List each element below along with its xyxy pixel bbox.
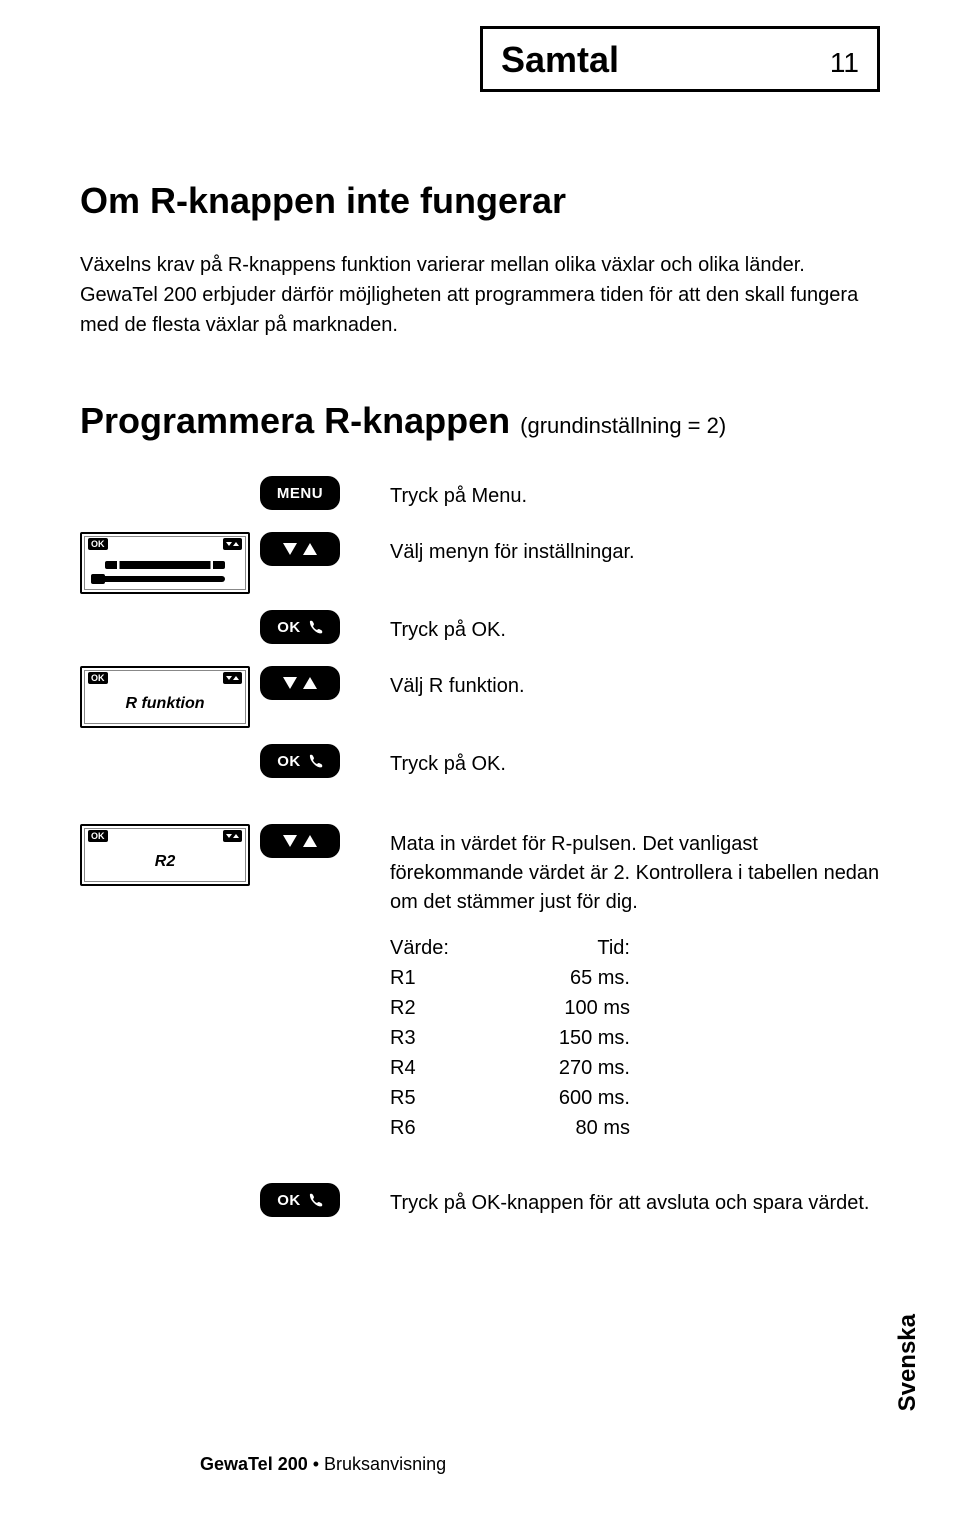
lcd-ok-corner: OK xyxy=(88,538,108,550)
lcd-ok-corner: OK xyxy=(88,672,108,684)
table-header: Värde: Tid: xyxy=(390,933,880,963)
wrench-icon xyxy=(105,561,225,569)
language-tab: Svenska xyxy=(894,1314,922,1411)
step-text: Tryck på OK-knappen för att avsluta och … xyxy=(380,1183,880,1218)
menu-button-label: MENU xyxy=(277,485,323,502)
step-row: OK Välj menyn för inställningar. xyxy=(80,532,880,594)
triangle-down-icon xyxy=(283,543,297,555)
lcd-text-rfunktion: R funktion xyxy=(125,695,204,713)
phone-icon xyxy=(307,1192,323,1208)
step-row: OK Tryck på OK-knappen för att avsluta o… xyxy=(80,1183,880,1223)
table-header-time: Tid: xyxy=(490,933,630,963)
step-row: OK R2 Mata in värdet för R-pulsen. Det v… xyxy=(80,824,880,917)
ok-button[interactable]: OK xyxy=(260,610,340,644)
lcd-text-r2: R2 xyxy=(155,853,175,871)
phone-icon xyxy=(307,619,323,635)
lcd-arrows-corner xyxy=(223,538,242,550)
triangle-up-icon xyxy=(303,835,317,847)
arrow-down-up-button[interactable] xyxy=(260,532,340,566)
step-row: OK Tryck på OK. xyxy=(80,744,880,784)
step-text: Mata in värdet för R-pulsen. Det vanliga… xyxy=(380,824,880,917)
ok-button-label: OK xyxy=(277,753,301,770)
arrow-down-up-button[interactable] xyxy=(260,666,340,700)
footer-sep: • xyxy=(308,1454,324,1474)
step-text: Tryck på OK. xyxy=(380,610,880,645)
value-time-table: Värde: Tid: R165 ms. R2100 ms R3150 ms. … xyxy=(390,933,880,1143)
table-row: R3150 ms. xyxy=(390,1023,880,1053)
settings-icon xyxy=(88,550,242,590)
step-text: Tryck på OK. xyxy=(380,744,880,779)
footer-product: GewaTel 200 xyxy=(200,1454,308,1474)
step-text: Välj R funktion. xyxy=(380,666,880,701)
section1-body: Växelns krav på R-knappens funktion vari… xyxy=(80,250,880,340)
header-page-number: 11 xyxy=(830,47,859,79)
table-row: R2100 ms xyxy=(390,993,880,1023)
triangle-up-icon xyxy=(303,543,317,555)
lcd-settings-screen: OK xyxy=(80,532,250,594)
footer: GewaTel 200 • Bruksanvisning xyxy=(200,1454,446,1475)
lcd-ok-corner: OK xyxy=(88,830,108,842)
ok-button-label: OK xyxy=(277,619,301,636)
table-row: R680 ms xyxy=(390,1113,880,1143)
ok-button-label: OK xyxy=(277,1192,301,1209)
lcd-r2-screen: OK R2 xyxy=(80,824,250,886)
step-text: Tryck på Menu. xyxy=(380,476,880,511)
table-row: R5600 ms. xyxy=(390,1083,880,1113)
section2-title-suffix: (grundinställning = 2) xyxy=(520,413,726,438)
footer-doc: Bruksanvisning xyxy=(324,1454,446,1474)
lcd-arrows-corner xyxy=(223,672,242,684)
table-row: R4270 ms. xyxy=(390,1053,880,1083)
triangle-up-icon xyxy=(303,677,317,689)
step-row: OK R funktion Välj R funktion. xyxy=(80,666,880,728)
section2-title-main: Programmera R-knappen xyxy=(80,400,510,441)
lcd-arrows-corner xyxy=(223,830,242,842)
menu-button[interactable]: MENU xyxy=(260,476,340,510)
table-header-value: Värde: xyxy=(390,933,490,963)
section1-title: Om R-knappen inte fungerar xyxy=(80,180,880,222)
phone-icon xyxy=(307,753,323,769)
step-row: MENU Tryck på Menu. xyxy=(80,476,880,516)
header-box: Samtal 11 xyxy=(480,26,880,92)
ok-button[interactable]: OK xyxy=(260,1183,340,1217)
steps-list: MENU Tryck på Menu. OK xyxy=(80,476,880,917)
screwdriver-icon xyxy=(105,576,225,582)
section2-title: Programmera R-knappen (grundinställning … xyxy=(80,400,880,442)
triangle-down-icon xyxy=(283,835,297,847)
lcd-rfunktion-screen: OK R funktion xyxy=(80,666,250,728)
ok-button[interactable]: OK xyxy=(260,744,340,778)
triangle-down-icon xyxy=(283,677,297,689)
step-row: OK Tryck på OK. xyxy=(80,610,880,650)
table-row: R165 ms. xyxy=(390,963,880,993)
step-text: Välj menyn för inställningar. xyxy=(380,532,880,567)
header-section: Samtal xyxy=(501,39,619,81)
arrow-down-up-button[interactable] xyxy=(260,824,340,858)
